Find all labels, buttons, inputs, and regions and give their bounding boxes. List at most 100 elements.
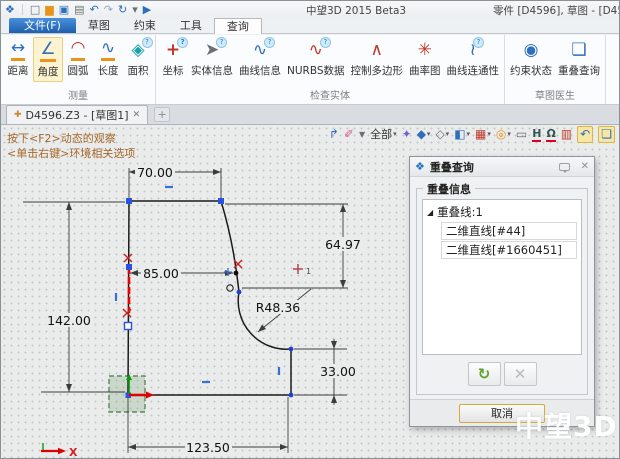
dialog-close-icon[interactable]: ✕ bbox=[581, 161, 589, 172]
menu-tab-inquire[interactable]: 查询 bbox=[214, 18, 262, 34]
dim-text-123[interactable]: 123.50 bbox=[186, 440, 230, 455]
redo-icon[interactable]: ↷ bbox=[104, 4, 113, 15]
dim-text-70[interactable]: 70.00 bbox=[137, 165, 173, 180]
title-bar: ❖ □ ▆ ▣ ▤ ↶ ↷ ↻ ▾ ▶ 中望3D 2015 Beta3 零件 [… bbox=[1, 1, 619, 18]
view-triad bbox=[41, 443, 66, 454]
ribbon-button-coordinate[interactable]: + 坐标 bbox=[158, 37, 188, 80]
undo-icon[interactable]: ↶ bbox=[90, 4, 99, 15]
save-icon[interactable]: ▣ bbox=[59, 4, 69, 15]
ribbon: ↔ 距离 ∠ 角度 ◠ 圆弧 ∿ 长度 ◈ 面积 bbox=[1, 35, 619, 105]
coordinate-icon: + bbox=[166, 39, 180, 63]
reference-point-marker[interactable] bbox=[293, 264, 303, 274]
sketch-profile[interactable] bbox=[128, 201, 291, 395]
h-constraint-icon[interactable]: H bbox=[532, 127, 541, 142]
dim-text-85[interactable]: 85.00 bbox=[143, 266, 179, 281]
tree-root-row[interactable]: ◢ 重叠线:1 bbox=[425, 203, 579, 221]
hint-line-1: 按下<F2>动态的观察 bbox=[7, 131, 135, 146]
view-plane-icon[interactable]: ◧▾ bbox=[454, 126, 470, 143]
ribbon-button-curvature-plot[interactable]: ✳ 曲率图 bbox=[406, 37, 444, 80]
ribbon-button-distance[interactable]: ↔ 距离 bbox=[3, 37, 33, 80]
pick-box-icon[interactable]: ▭ bbox=[516, 126, 527, 143]
groupbox-label: 重叠信息 bbox=[423, 181, 475, 197]
ribbon-button-angle[interactable]: ∠ 角度 bbox=[33, 37, 63, 82]
dim-text-64[interactable]: 64.97 bbox=[325, 237, 361, 252]
drawing-canvas[interactable]: 按下<F2>动态的观察 <单击右键>环境相关选项 ↱ ✐ ▼ 全部 ▾ ✦ ◆▾… bbox=[1, 125, 620, 459]
grid-snap-icon[interactable]: ▦▾ bbox=[475, 126, 491, 143]
new-tab-button[interactable]: + bbox=[154, 107, 170, 122]
tree-root-label: 重叠线:1 bbox=[437, 204, 483, 220]
wireframe-display-icon[interactable]: ◇▾ bbox=[435, 126, 449, 143]
ribbon-button-nurbs-data[interactable]: ∿ NURBS数据 bbox=[284, 37, 348, 80]
ribbon-button-curve-info[interactable]: ∿ 曲线信息 bbox=[236, 37, 284, 80]
open-file-icon[interactable]: ▆ bbox=[45, 4, 53, 15]
reference-circle-icon[interactable]: ◎▾ bbox=[496, 126, 511, 143]
ribbon-button-entity-info[interactable]: ➤ 实体信息 bbox=[188, 37, 236, 80]
group-label-sketch-doctor: 草图医生 bbox=[507, 86, 603, 104]
menu-tab-constraint[interactable]: 约束 bbox=[122, 18, 168, 33]
tree-expander-icon[interactable]: ◢ bbox=[427, 208, 433, 217]
eraser-icon[interactable]: ✐ bbox=[344, 126, 354, 143]
overlap-query-dialog: ❖ 重叠查询 ✕ 重叠信息 ◢ 重叠线:1 二维直线[#44] 二维直线[#16… bbox=[409, 156, 595, 427]
filter-scope-dropdown[interactable]: 全部 ▾ bbox=[370, 126, 397, 143]
length-icon: ∿ bbox=[101, 39, 115, 61]
tree-item-line-44[interactable]: 二维直线[#44] bbox=[441, 222, 577, 240]
exit-sketch-icon[interactable]: ↱ bbox=[329, 126, 339, 143]
print-icon[interactable]: ▤ bbox=[74, 4, 84, 15]
shaded-display-icon[interactable]: ◆▾ bbox=[417, 126, 431, 143]
cancel-button[interactable]: 取消 bbox=[459, 404, 545, 423]
nurbs-data-icon: ∿ bbox=[309, 39, 323, 63]
new-file-icon[interactable]: □ bbox=[30, 4, 40, 15]
ribbon-group-measure: ↔ 距离 ∠ 角度 ◠ 圆弧 ∿ 长度 ◈ 面积 bbox=[1, 35, 156, 104]
refresh-button[interactable]: ↻ bbox=[468, 362, 501, 386]
dialog-title-bar[interactable]: ❖ 重叠查询 ✕ bbox=[410, 157, 594, 177]
reference-point-label: 1 bbox=[306, 267, 311, 276]
tab-close-icon[interactable]: ✕ bbox=[133, 110, 141, 120]
document-tab[interactable]: ✚ D4596.Z3 - [草图1] ✕ bbox=[6, 105, 148, 124]
axis-x-label: X bbox=[69, 446, 78, 459]
color-bars-icon[interactable]: ▥ bbox=[561, 126, 572, 143]
filter-icon[interactable]: ▼ bbox=[359, 126, 365, 143]
app-window: ❖ □ ▆ ▣ ▤ ↶ ↷ ↻ ▾ ▶ 中望3D 2015 Beta3 零件 [… bbox=[0, 0, 620, 459]
play-icon[interactable]: ▶ bbox=[143, 4, 151, 15]
ribbon-button-constraint-status[interactable]: ◉ 约束状态 bbox=[507, 37, 555, 80]
comment-icon[interactable] bbox=[559, 163, 570, 171]
omega-constraint-icon[interactable]: Ω bbox=[546, 127, 555, 142]
arc-icon: ◠ bbox=[71, 39, 86, 61]
app-logo-icon[interactable]: ❖ bbox=[5, 4, 15, 15]
overlap-tool-icon[interactable]: ❏ bbox=[598, 126, 615, 143]
file-menu-button[interactable]: 文件(F) bbox=[9, 18, 76, 33]
chevron-down-icon: ▾ bbox=[427, 126, 431, 143]
dialog-title: 重叠查询 bbox=[430, 159, 554, 175]
delete-button[interactable]: ✕ bbox=[504, 362, 537, 386]
ribbon-button-curve-connectivity[interactable]: ≀ 曲线连通性 bbox=[444, 37, 503, 80]
dimension-left-142[interactable] bbox=[23, 202, 125, 392]
menu-tab-sketch[interactable]: 草图 bbox=[76, 18, 122, 33]
ribbon-button-arc[interactable]: ◠ 圆弧 bbox=[63, 37, 93, 80]
overlap-query-icon: ❏ bbox=[571, 39, 586, 63]
dim-text-33[interactable]: 33.00 bbox=[320, 364, 356, 379]
ribbon-button-area[interactable]: ◈ 面积 bbox=[123, 37, 153, 80]
menu-tab-tools[interactable]: 工具 bbox=[168, 18, 214, 33]
toolbar-options-icon[interactable]: ▾ bbox=[132, 4, 138, 15]
distance-icon: ↔ bbox=[11, 39, 25, 61]
undo-view-icon[interactable]: ↶ bbox=[577, 126, 593, 143]
overlap-info-groupbox: 重叠信息 ◢ 重叠线:1 二维直线[#44] 二维直线[#1660451] ↻ … bbox=[416, 188, 588, 395]
ribbon-button-control-polygon[interactable]: ∧ 控制多边形 bbox=[348, 37, 407, 80]
wand-selector-icon[interactable]: ✦ bbox=[402, 126, 412, 143]
tab-icon: ✚ bbox=[14, 110, 22, 120]
app-title: 中望3D 2015 Beta3 bbox=[306, 3, 406, 18]
dialog-app-icon: ❖ bbox=[415, 160, 425, 173]
tree-item-line-1660451[interactable]: 二维直线[#1660451] bbox=[441, 241, 577, 259]
sketch-vertices[interactable] bbox=[125, 198, 294, 398]
ribbon-group-sketch-doctor: ◉ 约束状态 ❏ 重叠查询 草图医生 bbox=[505, 35, 606, 104]
dim-text-radius[interactable]: R48.36 bbox=[256, 300, 301, 315]
control-polygon-icon: ∧ bbox=[371, 39, 383, 63]
ribbon-button-overlap-query[interactable]: ❏ 重叠查询 bbox=[555, 37, 603, 80]
overlap-tree-list[interactable]: ◢ 重叠线:1 二维直线[#44] 二维直线[#1660451] bbox=[422, 199, 582, 355]
chevron-down-icon: ▾ bbox=[393, 126, 397, 143]
view-refresh-icon[interactable]: ↻ bbox=[118, 4, 127, 15]
dialog-actions: ↻ ✕ bbox=[422, 355, 582, 390]
dim-text-142[interactable]: 142.00 bbox=[47, 313, 91, 328]
hint-line-2: <单击右键>环境相关选项 bbox=[7, 146, 135, 161]
ribbon-button-length[interactable]: ∿ 长度 bbox=[93, 37, 123, 80]
